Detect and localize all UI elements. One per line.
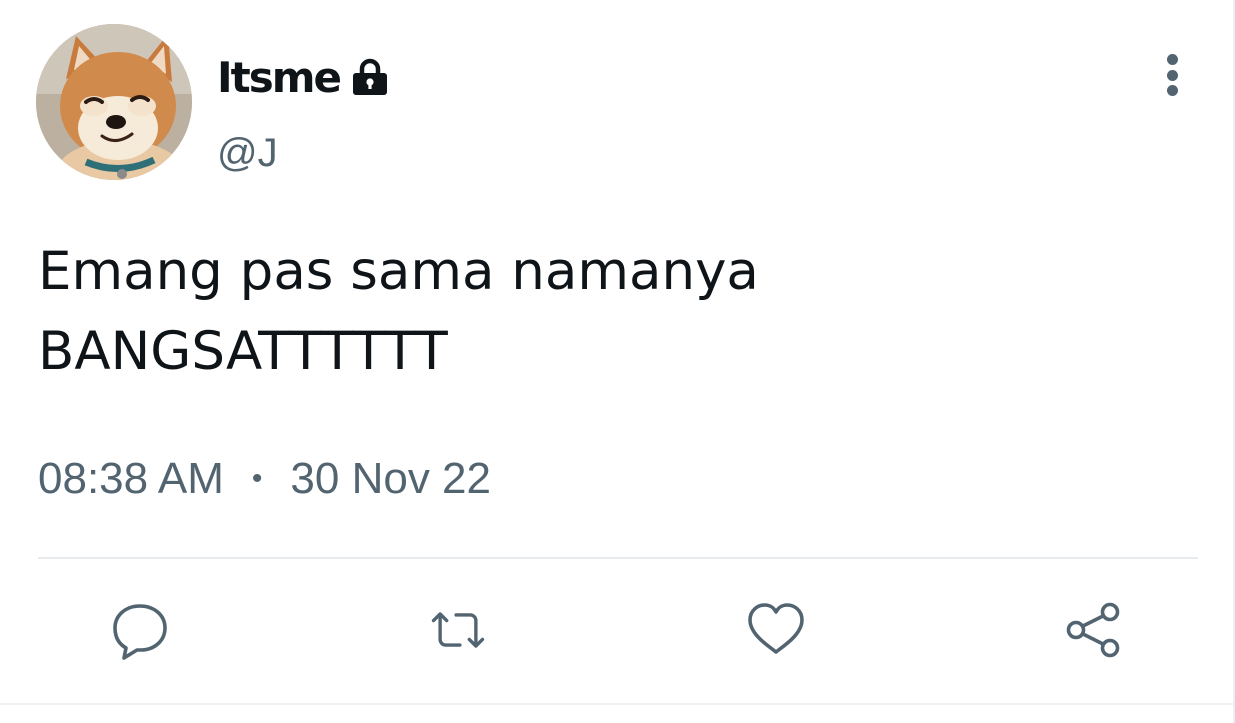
tweet-text-line: BANGSATTTTTT [38,321,448,382]
reply-button[interactable] [108,598,172,662]
tweet-text: Emang pas sama namanya BANGSATTTTTT [38,232,1188,392]
retweet-button[interactable] [426,598,490,662]
more-vertical-icon-dot [1166,85,1178,96]
share-icon [1066,602,1120,658]
divider [38,557,1198,559]
reply-icon [113,604,167,660]
display-name-row: Itsme [217,50,390,106]
tweet-date: 30 Nov 22 [290,454,491,503]
tweet-time: 08:38 AM [38,454,224,503]
more-options-button[interactable] [1150,50,1194,100]
bottom-border [0,703,1235,705]
share-button[interactable] [1062,598,1126,662]
shiba-dog-avatar-icon [36,24,192,180]
tweet-card: Itsme @J Emang pas sama namanya BANGSATT… [0,0,1235,723]
retweet-icon [431,612,485,648]
more-vertical-icon-dot [1166,69,1178,81]
display-name[interactable]: Itsme [217,50,342,106]
avatar[interactable] [36,24,192,180]
tweet-text-line: Emang pas sama namanya [38,241,759,302]
tweet-timestamp: 08:38 AM • 30 Nov 22 [38,452,491,506]
meta-separator: • [251,462,263,495]
heart-icon [748,603,804,654]
like-button[interactable] [744,598,808,662]
more-vertical-icon [1166,54,1178,65]
lock-icon [352,58,387,95]
action-bar [0,598,1235,662]
user-handle[interactable]: @J [217,128,278,178]
